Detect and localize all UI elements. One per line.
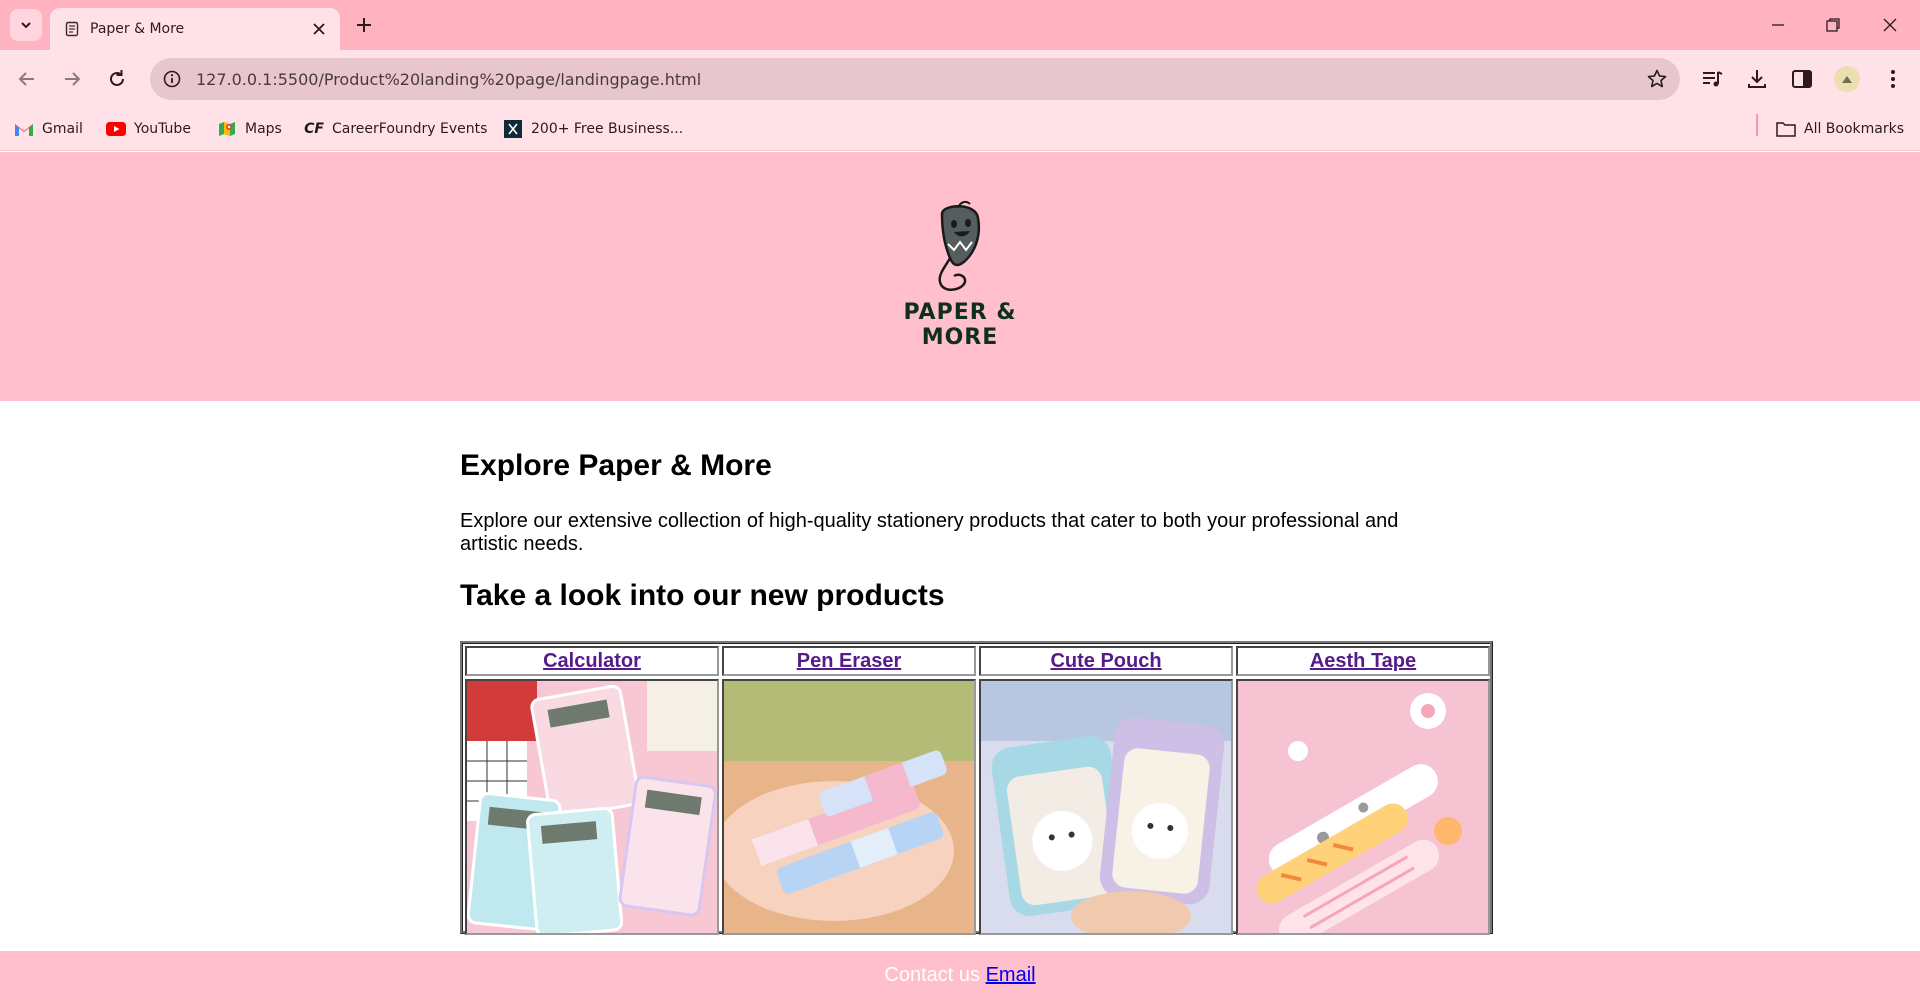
product-header-cell: Cute Pouch [979,646,1233,676]
address-url[interactable]: 127.0.0.1:5500/Product%20landing%20page/… [196,70,701,89]
document-icon [65,21,79,37]
product-header-cell: Calculator [465,646,719,676]
logo-text: PAPER & MORE [903,300,1017,350]
product-image-aesth-tape [1236,679,1490,935]
site-logo[interactable]: PAPER & MORE [880,200,1040,350]
browser-tab-active[interactable]: Paper & More [50,8,340,50]
youtube-icon [106,120,126,138]
bookmark-label: Gmail [42,121,83,137]
folder-icon [1776,120,1796,138]
ghost-pen-logo-icon [938,200,981,291]
all-bookmarks-label: All Bookmarks [1804,121,1905,137]
maps-icon [217,120,237,138]
download-icon[interactable] [1745,67,1769,91]
bookmark-maps[interactable]: Maps [217,118,282,140]
x-icon [503,120,523,138]
product-header-cell: Aesth Tape [1236,646,1490,676]
intro-paragraph: Explore our extensive collection of high… [460,510,1399,555]
bookmark-gmail[interactable]: Gmail [14,118,83,140]
product-header-cell: Pen Eraser [722,646,976,676]
browser-toolbar: 127.0.0.1:5500/Product%20landing%20page/… [0,50,1920,108]
site-footer: Contact us Email [0,951,1920,999]
product-image-cute-pouch [979,679,1233,935]
browser-tabstrip: Paper & More [0,0,1920,50]
products-heading: Take a look into our new products [460,579,945,612]
bookmark-star-icon[interactable] [1646,68,1668,90]
product-link-aesth-tape[interactable]: Aesth Tape [1310,650,1416,673]
profile-avatar[interactable] [1834,66,1860,92]
bookmark-label: 200+ Free Business... [531,121,684,137]
all-bookmarks[interactable]: All Bookmarks [1776,118,1904,140]
bookmark-careerfoundry[interactable]: CF CareerFoundry Events [304,118,487,140]
minimize-icon[interactable] [1765,12,1791,38]
bookmarks-bar: Gmail YouTube Maps CF CareerFoundry Even… [0,108,1920,151]
product-image-pen-eraser [722,679,976,935]
forward-arrow-icon[interactable] [59,66,85,92]
site-info-icon[interactable] [162,69,182,89]
bookmarks-divider [1756,114,1758,136]
bookmark-label: Maps [245,121,282,137]
products-table: Calculator Pen Eraser Cute Pouch Aesth T… [460,641,1493,935]
email-link[interactable]: Email [986,964,1036,986]
chevron-down-icon [21,22,31,29]
gmail-icon [14,120,34,138]
bookmark-business[interactable]: 200+ Free Business... [503,118,683,140]
product-link-calculator[interactable]: Calculator [543,650,641,673]
reload-icon[interactable] [104,66,130,92]
page-title: Explore Paper & More [460,449,772,482]
tab-search-button[interactable] [10,9,42,41]
close-icon[interactable] [310,20,328,38]
bookmark-label: YouTube [134,121,191,137]
product-link-pen-eraser[interactable]: Pen Eraser [797,650,902,673]
product-link-cute-pouch[interactable]: Cute Pouch [1050,650,1161,673]
media-playlist-icon[interactable] [1700,67,1724,91]
bookmark-youtube[interactable]: YouTube [106,118,191,140]
contact-text: Contact us [884,964,981,986]
side-panel-icon[interactable] [1790,67,1814,91]
careerfoundry-icon: CF [304,121,324,137]
tab-title: Paper & More [90,21,185,37]
restore-icon[interactable] [1820,12,1846,38]
new-tab-plus-icon[interactable] [352,13,376,37]
address-bar[interactable]: 127.0.0.1:5500/Product%20landing%20page/… [150,58,1680,100]
bookmark-label: CareerFoundry Events [332,121,488,137]
more-menu-icon[interactable] [1881,67,1905,91]
avatar-icon [1842,76,1852,83]
site-header: PAPER & MORE [0,152,1920,401]
window-close-icon[interactable] [1877,12,1903,38]
product-image-calculator [465,679,719,935]
back-arrow-icon[interactable] [14,66,40,92]
